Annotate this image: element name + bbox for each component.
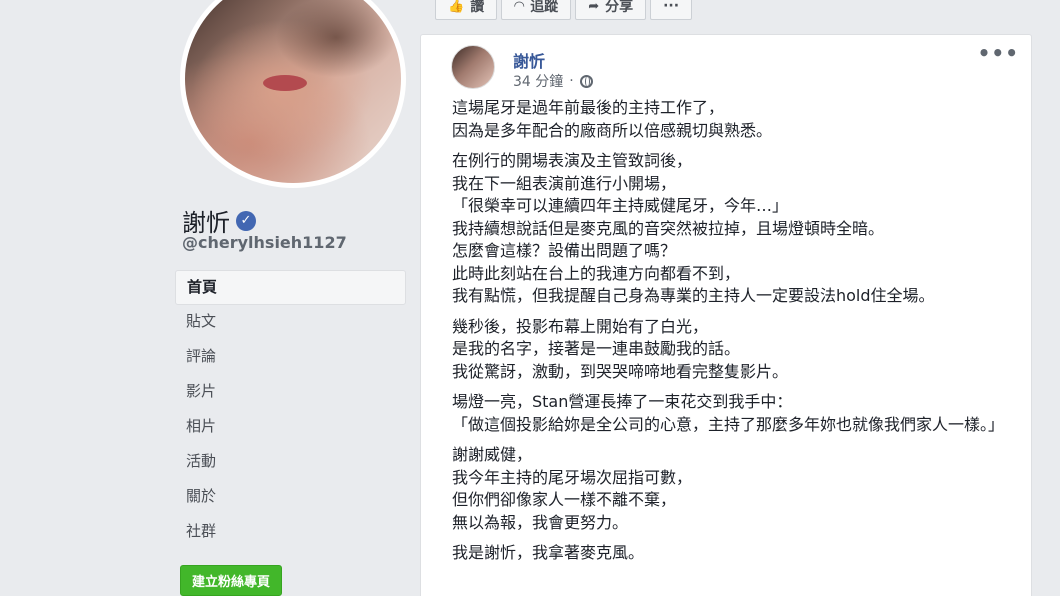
follow-label: 追蹤	[530, 0, 559, 15]
sidebar-item-home[interactable]: 首頁	[175, 270, 406, 305]
like-label: 讚	[470, 0, 485, 15]
text-line: 「很榮幸可以連續四年主持威健尾牙，今年…」	[452, 196, 789, 215]
paragraph: 幾秒後，投影布幕上開始有了白光， 是我的名字，接著是一連串鼓勵我的話。 我從驚訝…	[452, 316, 1012, 384]
text-line: 「做這個投影給妳是全公司的心意，主持了那麼多年妳也就像我們家人一樣。」	[452, 414, 1005, 434]
create-page-button[interactable]: 建立粉絲專頁	[180, 565, 283, 596]
text-line: 是我的名字，接著是一連串鼓勵我的話。	[452, 339, 741, 358]
text-line: 這場尾牙是過年前最後的主持工作了，	[452, 98, 725, 117]
paragraph: 場燈一亮，Stan營運長捧了一束花交到我手中： 「做這個投影給妳是全公司的心意，…	[452, 391, 1012, 436]
paragraph: 這場尾牙是過年前最後的主持工作了， 因為是多年配合的廠商所以倍感親切與熟悉。	[452, 97, 1012, 142]
sidebar-item-reviews[interactable]: 評論	[175, 340, 406, 375]
profile-picture[interactable]	[180, 0, 406, 188]
text-line: 在例行的開場表演及主管致詞後，	[452, 151, 693, 170]
text-line: 謝謝威健，	[452, 445, 533, 464]
sidebar-item-events[interactable]: 活動	[175, 445, 406, 480]
post-author-name[interactable]: 謝忻	[513, 48, 545, 72]
post-timestamp[interactable]: 34 分鐘	[513, 71, 563, 91]
sidebar-item-videos[interactable]: 影片	[175, 375, 406, 410]
paragraph: 我是謝忻，我拿著麥克風。	[452, 542, 1012, 565]
post-card: 謝忻 34 分鐘 · ••• 這場尾牙是過年前最後的主持工作了， 因為是多年配合…	[420, 34, 1032, 596]
text-line: 但你們卻像家人一樣不離不棄，	[452, 490, 677, 509]
text-line: 因為是多年配合的廠商所以倍感親切與熟悉。	[452, 120, 773, 140]
text-line: 我在下一組表演前進行小開場，	[452, 173, 677, 193]
rss-icon: ◠	[514, 0, 525, 14]
text-line: 我從驚訝，激動，到哭哭啼啼地看完整隻影片。	[452, 361, 789, 381]
share-arrow-icon: ➦	[588, 0, 600, 14]
verified-badge-icon: ✓	[236, 210, 256, 231]
more-actions-button[interactable]: ···	[650, 0, 693, 20]
page-handle[interactable]: @cherylhsieh1127	[182, 233, 347, 252]
sidebar-item-community[interactable]: 社群	[175, 515, 406, 550]
text-line: 我持續想說話但是麥克風的音突然被拉掉，且場燈頓時全暗。	[452, 218, 885, 238]
post-meta: 34 分鐘 ·	[513, 71, 593, 91]
text-line: 我今年主持的尾牙場次屈指可數，	[452, 467, 693, 487]
share-label: 分享	[605, 0, 634, 15]
text-line: 此時此刻站在台上的我連方向都看不到，	[452, 263, 741, 283]
post-text: 這場尾牙是過年前最後的主持工作了， 因為是多年配合的廠商所以倍感親切與熟悉。 在…	[452, 97, 1012, 573]
sidebar-item-photos[interactable]: 相片	[175, 410, 406, 445]
follow-button[interactable]: ◠ 追蹤	[501, 0, 572, 20]
sidebar-item-about[interactable]: 關於	[175, 480, 406, 515]
paragraph: 在例行的開場表演及主管致詞後， 我在下一組表演前進行小開場， 「很榮幸可以連續四…	[452, 150, 1012, 308]
text-line: 幾秒後，投影布幕上開始有了白光，	[452, 316, 709, 336]
share-button[interactable]: ➦ 分享	[575, 0, 647, 20]
text-line: 怎麼會這樣？設備出問題了嗎？	[452, 241, 677, 260]
post-author-avatar[interactable]	[451, 45, 495, 89]
thumbs-up-icon: 👍	[448, 0, 465, 14]
post-options-icon[interactable]: •••	[978, 41, 1019, 65]
page-action-bar: 👍 讚 ◠ 追蹤 ➦ 分享 ···	[435, 0, 696, 20]
text-line: 無以為報，我會更努力。	[452, 512, 629, 532]
page-nav: 首頁 貼文 評論 影片 相片 活動 關於 社群	[175, 270, 406, 550]
more-actions-label: ···	[663, 0, 680, 14]
profile-photo	[185, 0, 401, 183]
like-button[interactable]: 👍 讚	[435, 0, 498, 20]
text-line: 我是謝忻，我拿著麥克風。	[452, 543, 645, 562]
text-line: 我有點慌，但我提醒自己身為專業的主持人一定要設法hold住全場。	[452, 286, 935, 305]
paragraph: 謝謝威健， 我今年主持的尾牙場次屈指可數， 但你們卻像家人一樣不離不棄， 無以為…	[452, 444, 1012, 534]
globe-icon[interactable]	[579, 74, 593, 88]
sidebar-item-posts[interactable]: 貼文	[175, 305, 406, 340]
text-line: 場燈一亮，Stan營運長捧了一束花交到我手中：	[452, 392, 793, 411]
